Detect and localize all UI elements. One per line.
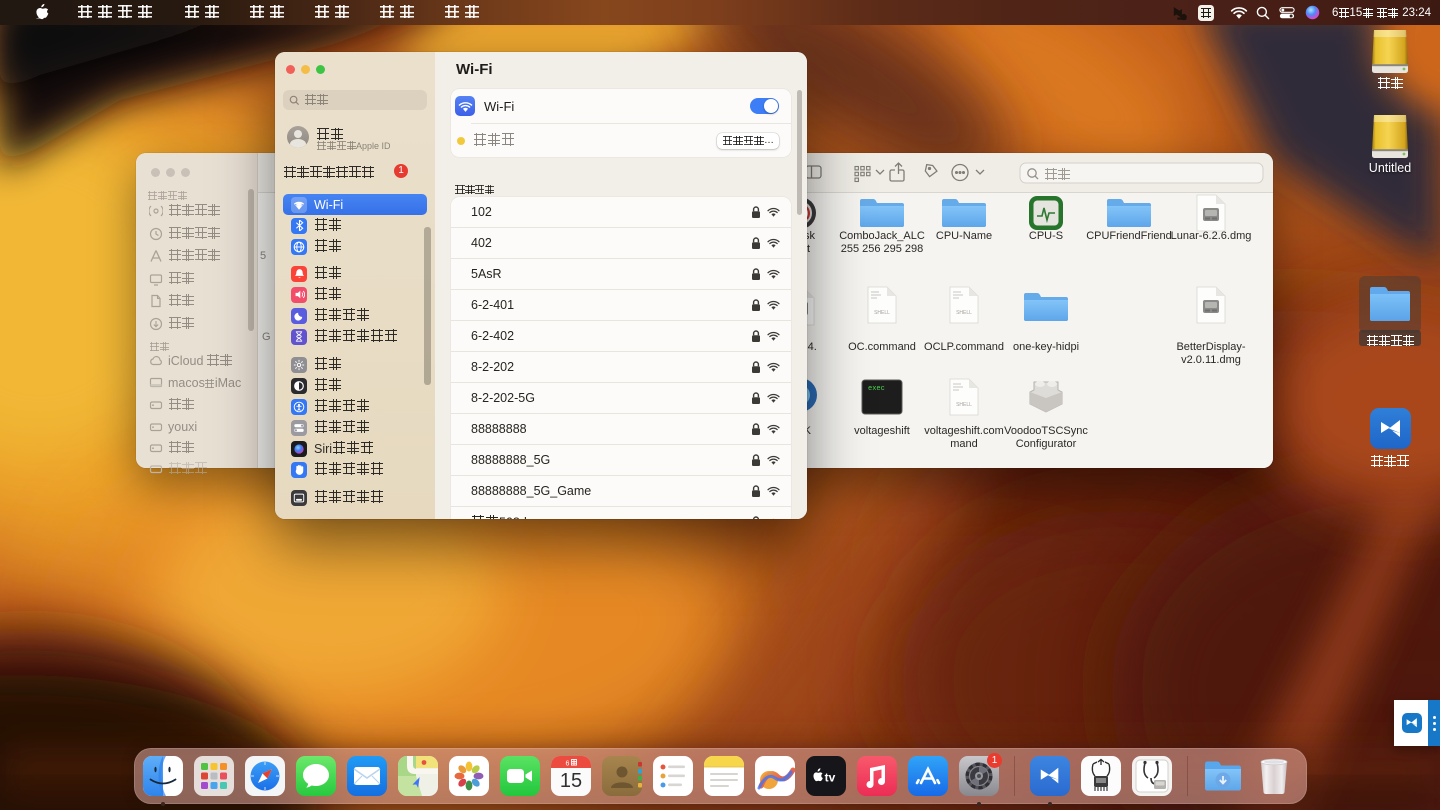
svg-text:6: 6: [566, 760, 570, 767]
svg-text:15: 15: [560, 770, 582, 792]
svg-text:tv: tv: [825, 771, 836, 785]
svg-text:exec: exec: [868, 385, 885, 393]
